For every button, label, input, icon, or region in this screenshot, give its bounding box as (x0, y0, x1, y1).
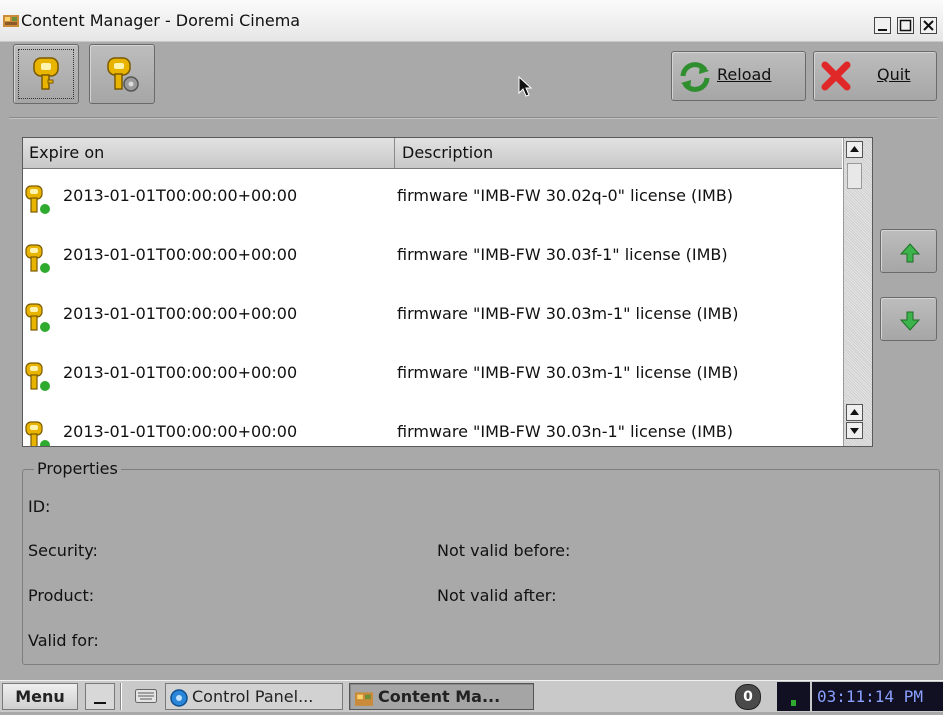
task-label: Control Panel... (192, 687, 314, 706)
description-cell: firmware "IMB-FW 30.03m-1" license (IMB) (397, 363, 739, 382)
quit-icon (821, 61, 851, 91)
column-header-description[interactable]: Description (396, 138, 842, 168)
close-button[interactable] (920, 17, 937, 34)
list-header: Expire on Description (23, 138, 842, 169)
expire-cell: 2013-01-01T00:00:00+00:00 (63, 422, 298, 441)
taskbar: Menu Control Panel... Content Ma... 0 03… (0, 680, 943, 712)
scroll-down-button[interactable] (846, 422, 863, 439)
minimize-button[interactable] (874, 17, 891, 34)
reload-button[interactable]: Reload (671, 51, 806, 101)
properties-group (22, 469, 940, 665)
triangle-up-icon (850, 146, 859, 152)
triangle-down-icon (850, 428, 859, 434)
reload-label-text: Reload (717, 65, 772, 84)
task-content-manager[interactable]: Content Ma... (349, 683, 534, 710)
not-valid-after-label: Not valid after: (437, 586, 557, 605)
network-status-icon (791, 700, 796, 706)
key-green-dot-icon (25, 185, 50, 214)
notification-count: 0 (735, 684, 761, 710)
minimize-all-icon (94, 702, 106, 704)
show-desktop-button[interactable] (85, 683, 115, 710)
description-cell: firmware "IMB-FW 30.03f-1" license (IMB) (397, 245, 728, 264)
column-header-expire[interactable]: Expire on (23, 138, 395, 168)
maximize-button[interactable] (897, 17, 914, 34)
tray-indicator[interactable] (777, 682, 810, 711)
mouse-cursor-icon (518, 76, 533, 97)
list-row[interactable]: 2013-01-01T00:00:00+00:00 firmware "IMB-… (23, 169, 842, 227)
id-label: ID: (28, 497, 51, 516)
expire-cell: 2013-01-01T00:00:00+00:00 (63, 186, 298, 205)
key-green-dot-icon (25, 303, 50, 332)
window-title: Content Manager - Doremi Cinema (21, 11, 301, 30)
keyboard-launcher[interactable] (128, 683, 164, 710)
scroll-up-button-lower[interactable] (846, 404, 863, 421)
key-green-dot-icon (25, 362, 50, 391)
taskbar-separator (120, 683, 122, 710)
expire-cell: 2013-01-01T00:00:00+00:00 (63, 304, 298, 323)
quit-label-text: Quit (877, 65, 911, 84)
task-control-panel[interactable]: Control Panel... (165, 683, 343, 710)
description-cell: firmware "IMB-FW 30.03n-1" license (IMB) (397, 422, 734, 441)
task-label: Content Ma... (378, 687, 501, 706)
app-icon (3, 15, 19, 27)
key-settings-icon (107, 57, 139, 92)
licenses-view-button[interactable] (13, 44, 79, 104)
not-valid-before-label: Not valid before: (437, 541, 571, 560)
move-up-button[interactable] (880, 229, 937, 273)
valid-for-label: Valid for: (28, 631, 99, 650)
product-label: Product: (28, 586, 95, 605)
minimize-icon (878, 29, 887, 31)
notification-badge[interactable]: 0 (734, 683, 762, 710)
keyboard-icon (135, 689, 157, 703)
reload-icon (680, 62, 710, 92)
reload-label: Reload (717, 65, 771, 84)
window-titlebar: Content Manager - Doremi Cinema (0, 0, 943, 42)
expire-cell: 2013-01-01T00:00:00+00:00 (63, 245, 298, 264)
arrow-down-icon (899, 311, 921, 331)
menu-button[interactable]: Menu (2, 683, 78, 710)
description-cell: firmware "IMB-FW 30.03m-1" license (IMB) (397, 304, 739, 323)
control-panel-icon (170, 689, 188, 707)
security-label: Security: (28, 541, 98, 560)
scroll-thumb[interactable] (847, 163, 862, 189)
properties-legend: Properties (34, 459, 121, 478)
key-icon (33, 57, 59, 90)
key-green-dot-icon (25, 421, 50, 446)
taskbar-clock: 03:11:14 PM (812, 682, 943, 711)
expire-cell: 2013-01-01T00:00:00+00:00 (63, 363, 298, 382)
close-icon (923, 20, 934, 31)
key-green-dot-icon (25, 244, 50, 273)
key-settings-button[interactable] (89, 44, 155, 104)
move-down-button[interactable] (880, 297, 937, 341)
list-row[interactable]: 2013-01-01T00:00:00+00:00 firmware "IMB-… (23, 287, 842, 345)
arrow-up-icon (899, 243, 921, 263)
app-icon (355, 692, 373, 706)
triangle-up-icon (850, 409, 859, 415)
scroll-up-button[interactable] (846, 141, 863, 158)
description-cell: firmware "IMB-FW 30.02q-0" license (IMB) (397, 186, 734, 205)
maximize-icon (899, 19, 912, 32)
toolbar-separator (9, 117, 937, 119)
quit-label: Quit (877, 65, 910, 84)
vertical-scrollbar[interactable] (843, 138, 872, 446)
list-row[interactable]: 2013-01-01T00:00:00+00:00 firmware "IMB-… (23, 405, 842, 446)
quit-button[interactable]: Quit (813, 51, 937, 101)
list-row[interactable]: 2013-01-01T00:00:00+00:00 firmware "IMB-… (23, 228, 842, 286)
list-row[interactable]: 2013-01-01T00:00:00+00:00 firmware "IMB-… (23, 346, 842, 404)
license-list[interactable]: Expire on Description 2013-01-01T00:00:0… (22, 137, 873, 447)
